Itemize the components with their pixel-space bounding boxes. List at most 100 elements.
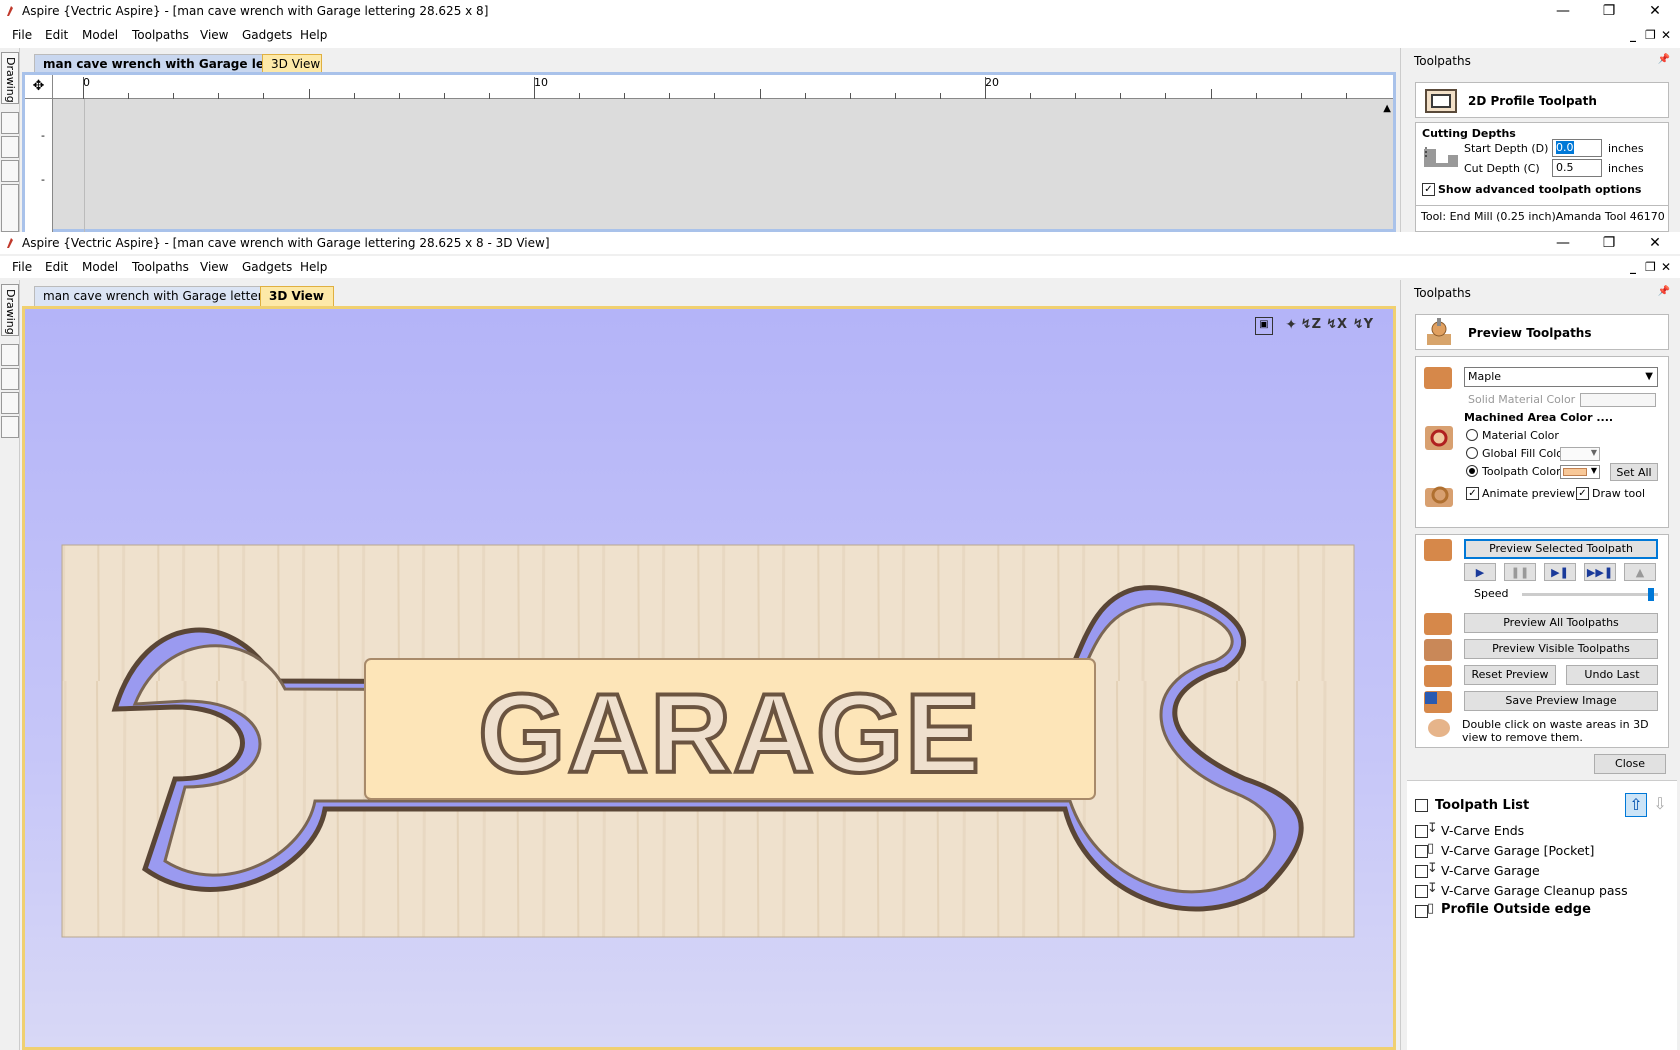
doc-area-top: man cave wrench with Garage let... 3D Vi… <box>20 48 1400 232</box>
set-all-button[interactable]: Set All <box>1610 463 1658 481</box>
side-tab-2[interactable] <box>1 344 19 366</box>
machined-area-title: Machined Area Color .... <box>1464 411 1614 424</box>
menu-gadgets[interactable]: Gadgets <box>242 260 292 274</box>
close-panel-button[interactable]: Close <box>1594 754 1666 774</box>
tab-3d-view[interactable]: 3D View <box>262 54 322 74</box>
side-tab-3[interactable] <box>1 368 19 390</box>
3d-viewport[interactable]: ▣ ✦ ↯Z ↯X ↯Y GARAGE <box>22 306 1396 1050</box>
aspire-app-icon <box>7 238 13 248</box>
preview-visible-toolpaths-button[interactable]: Preview Visible Toolpaths <box>1464 639 1658 659</box>
move-up-button[interactable]: ⇧ <box>1625 793 1647 817</box>
material-color-radio[interactable] <box>1466 429 1478 441</box>
play-button[interactable]: ▶ <box>1464 563 1496 581</box>
toolpath-item[interactable]: V-Carve Ends <box>1441 823 1524 838</box>
ruler-tick <box>1210 89 1212 99</box>
step-forward-button[interactable]: ▶❚ <box>1544 563 1576 581</box>
solid-material-color-swatch[interactable] <box>1580 393 1656 407</box>
advanced-options-label: Show advanced toolpath options <box>1438 183 1642 196</box>
solid-material-color-label: Solid Material Color <box>1468 393 1576 406</box>
menu-model[interactable]: Model <box>82 28 118 42</box>
menu-help[interactable]: Help <box>300 28 327 42</box>
menu-help[interactable]: Help <box>300 260 327 274</box>
side-tab-4[interactable] <box>1 392 19 414</box>
menu-edit[interactable]: Edit <box>45 28 68 42</box>
close-button[interactable]: ✕ <box>1632 233 1678 253</box>
vcarve-icon: ↧ <box>1427 861 1438 876</box>
menu-view[interactable]: View <box>200 260 228 274</box>
toolpath-item[interactable]: V-Carve Garage [Pocket] <box>1441 843 1594 858</box>
side-tab-5[interactable] <box>1 184 19 232</box>
toolpath-item[interactable]: Profile Outside edge <box>1441 902 1591 917</box>
menu-view[interactable]: View <box>200 28 228 42</box>
waste-area-hint: Double click on waste areas in 3D view t… <box>1462 718 1649 744</box>
mdi-restore-button[interactable]: ❐ <box>1645 260 1656 274</box>
minimize-button[interactable]: — <box>1540 1 1586 21</box>
toolpath-item[interactable]: V-Carve Garage Cleanup pass <box>1441 883 1628 898</box>
menu-edit[interactable]: Edit <box>45 260 68 274</box>
tab-3d-view[interactable]: 3D View <box>260 286 334 306</box>
tab-2d-document[interactable]: man cave wrench with Garage letter... <box>34 286 272 306</box>
toolpath-color-swatch[interactable]: ▼ <box>1560 465 1600 479</box>
cut-depth-label: Cut Depth (C) <box>1464 162 1540 175</box>
mdi-minimize-button[interactable]: _ <box>1630 260 1636 274</box>
origin-line <box>84 99 85 232</box>
start-depth-label: Start Depth (D) <box>1464 142 1549 155</box>
mdi-close-button[interactable]: ✕ <box>1661 260 1671 274</box>
menu-file[interactable]: File <box>12 260 32 274</box>
minimize-button[interactable]: — <box>1540 233 1586 253</box>
drawing-tab[interactable]: Drawing <box>1 52 19 104</box>
tab-2d-document[interactable]: man cave wrench with Garage let... <box>34 54 272 74</box>
pin-icon[interactable]: 📌 <box>1658 54 1670 65</box>
reset-preview-button[interactable]: Reset Preview <box>1464 665 1556 685</box>
start-depth-input[interactable]: 0.0 <box>1552 139 1602 157</box>
ruler-tick <box>714 93 716 99</box>
toolpaths-panel-bottom: Toolpaths 📌 Preview Toolpaths Maple ▼ So… <box>1400 280 1680 1050</box>
stop-button[interactable]: ▲ <box>1624 563 1656 581</box>
drawing-tab[interactable]: Drawing <box>1 284 19 336</box>
mdi-minimize-button[interactable]: _ <box>1630 28 1636 42</box>
skip-to-end-button[interactable]: ▶▶❚ <box>1584 563 1616 581</box>
preview-selected-toolpath-button[interactable]: Preview Selected Toolpath <box>1464 539 1658 559</box>
speed-slider[interactable] <box>1522 588 1658 601</box>
side-tab-3[interactable] <box>1 136 19 158</box>
menu-gadgets[interactable]: Gadgets <box>242 28 292 42</box>
preview-all-toolpaths-button[interactable]: Preview All Toolpaths <box>1464 613 1658 633</box>
move-down-button[interactable]: ⇩ <box>1649 793 1671 817</box>
ruler-tick <box>1255 93 1257 99</box>
material-select[interactable]: Maple ▼ <box>1464 367 1658 387</box>
mdi-close-button[interactable]: ✕ <box>1661 28 1671 42</box>
save-preview-image-button[interactable]: Save Preview Image <box>1464 691 1658 711</box>
title-bar-top: Aspire {Vectric Aspire} - [man cave wren… <box>0 0 1680 22</box>
global-fill-color-radio[interactable] <box>1466 447 1478 459</box>
side-tab-2[interactable] <box>1 112 19 134</box>
chevron-down-icon: ▼ <box>1645 371 1653 382</box>
maximize-button[interactable]: ❐ <box>1586 1 1632 21</box>
menu-toolpaths[interactable]: Toolpaths <box>132 28 189 42</box>
menu-file[interactable]: File <box>12 28 32 42</box>
start-depth-units: inches <box>1608 142 1644 155</box>
ruler-label-10: 10 <box>534 76 548 89</box>
scroll-up-arrow[interactable]: ▲ <box>1383 103 1391 114</box>
cut-depth-input[interactable]: 0.5 <box>1552 159 1602 177</box>
menu-model[interactable]: Model <box>82 260 118 274</box>
menu-toolpaths[interactable]: Toolpaths <box>132 260 189 274</box>
toolpath-list-master-checkbox[interactable] <box>1415 799 1428 812</box>
advanced-options-checkbox[interactable]: ✓ <box>1422 183 1435 196</box>
maximize-button[interactable]: ❐ <box>1586 233 1632 253</box>
speed-slider-thumb[interactable] <box>1648 588 1655 601</box>
pause-button[interactable]: ❚❚ <box>1504 563 1536 581</box>
pin-icon[interactable]: 📌 <box>1658 286 1670 297</box>
toolpath-item[interactable]: V-Carve Garage <box>1441 863 1540 878</box>
ruler-corner[interactable]: ✥ <box>25 75 53 99</box>
side-tab-4[interactable] <box>1 160 19 182</box>
undo-last-button[interactable]: Undo Last <box>1566 665 1658 685</box>
animate-preview-checkbox[interactable]: ✓ <box>1466 487 1479 500</box>
ruler-tick <box>488 93 490 99</box>
draw-tool-checkbox[interactable]: ✓ <box>1576 487 1589 500</box>
mdi-restore-button[interactable]: ❐ <box>1645 28 1656 42</box>
tool-description: Tool: End Mill (0.25 inch)Amanda Tool 46… <box>1421 210 1665 223</box>
side-tab-5[interactable] <box>1 416 19 438</box>
global-fill-color-swatch[interactable]: ▼ <box>1560 447 1600 461</box>
toolpath-color-radio[interactable] <box>1466 465 1478 477</box>
close-button[interactable]: ✕ <box>1632 1 1678 21</box>
